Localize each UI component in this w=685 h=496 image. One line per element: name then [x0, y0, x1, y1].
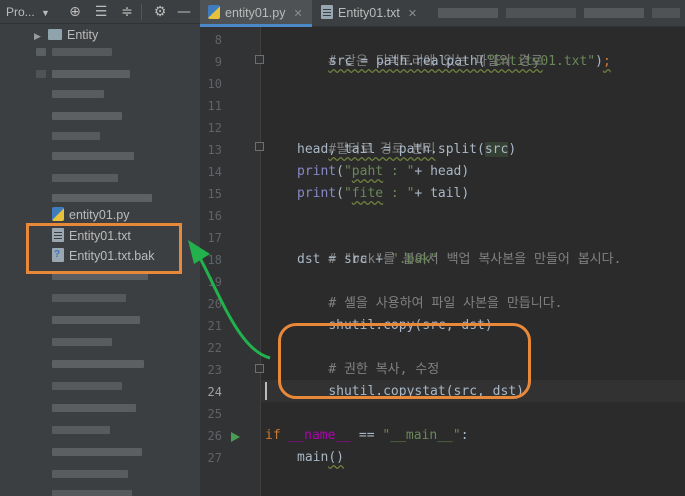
tree-folder-entity[interactable]: ▶ Entity [34, 25, 98, 45]
tree-file-entity01-txt[interactable]: Entity01.txt [52, 226, 131, 246]
target-icon[interactable]: ⊕ [66, 3, 84, 21]
fold-marker[interactable] [255, 142, 264, 151]
tree-file-entity01-py[interactable]: entity01.py [52, 205, 129, 225]
code-line-26: if __name__ == "__main__": [265, 428, 469, 443]
line-number: 24 [207, 385, 222, 399]
line-number: 17 [207, 231, 222, 245]
line-number: 9 [214, 55, 222, 69]
file-label: Entity01.txt.bak [69, 249, 155, 263]
tab-label: Entity01.txt [338, 6, 400, 20]
text-file-icon [321, 5, 333, 19]
line-number: 26 [207, 429, 222, 443]
code-line-23: shutil.copystat(src, dst) [328, 384, 524, 399]
code-line-17: # "bak"를 붙여서 백업 복사본을 만들어 봅시다. [328, 252, 622, 267]
project-view-selector[interactable]: Pro... ▼ [6, 3, 50, 21]
line-number: 16 [207, 209, 222, 223]
line-number: 12 [207, 121, 222, 135]
line-number: 23 [207, 363, 222, 377]
chevron-down-icon: ▼ [41, 8, 50, 18]
text-caret [265, 382, 267, 400]
chevron-right-icon: ▶ [34, 31, 41, 41]
code-line-13: head, tail = path.split(src) [297, 142, 517, 157]
tab-label: entity01.py [225, 6, 286, 20]
folder-icon [48, 29, 62, 40]
code-line-27: main() [297, 450, 344, 465]
code-line-18: dst = src + ".bak" [297, 252, 438, 267]
code-line-8: # 같은 디렉토리에 있는 파일의 경로 [328, 54, 543, 69]
python-file-icon [52, 207, 64, 221]
python-file-icon [208, 5, 220, 19]
line-number: 14 [207, 165, 222, 179]
code-line-15: print("fite : "+ tail) [297, 186, 470, 201]
folder-label: Entity [67, 28, 99, 42]
line-number: 18 [207, 253, 222, 267]
project-title: Pro... [6, 5, 35, 19]
tree-file-entity01-txt-bak[interactable]: Entity01.txt.bak [52, 245, 155, 266]
close-icon[interactable]: ✕ [408, 8, 417, 20]
toolbar-divider [141, 4, 142, 20]
line-number: 11 [207, 99, 222, 113]
line-number: 8 [214, 33, 222, 47]
line-number: 10 [207, 77, 222, 91]
fold-marker[interactable] [255, 55, 264, 64]
file-label: entity01.py [69, 208, 130, 222]
collapse-icon[interactable]: ≑ [118, 3, 136, 21]
tab-entity01-py[interactable]: entity01.py ✕ [200, 0, 312, 27]
line-number: 27 [207, 451, 222, 465]
code-line-22: # 권한 복사, 수정 [328, 362, 440, 377]
project-tree: ▶ Entity entity01.py Entity01.txt Entity0… [0, 24, 200, 496]
gear-icon[interactable]: ⚙ [151, 3, 169, 21]
hide-icon[interactable]: — [175, 3, 193, 21]
code-line-19: # 셸을 사용하여 파일 사본을 만듭니다. [328, 296, 563, 311]
line-number: 19 [207, 275, 222, 289]
project-panel: Pro... ▼ ⊕ ☰ ≑ ⚙ — ▶ Entity entity01.py [0, 0, 200, 496]
run-icon[interactable] [231, 432, 240, 442]
gutter-divider [260, 27, 261, 496]
line-number: 25 [207, 407, 222, 421]
line-number: 22 [207, 341, 222, 355]
expand-icon[interactable]: ☰ [92, 3, 110, 21]
code-line-20: shutil.copy(src, dst) [328, 318, 493, 333]
code-line-14: print("paht : "+ head) [297, 164, 470, 179]
code-line-12: #필터로 경로 분리 [328, 142, 436, 157]
line-number: 20 [207, 297, 222, 311]
tab-entity01-txt[interactable]: Entity01.txt ✕ [313, 0, 431, 27]
fold-marker[interactable] [255, 364, 264, 373]
code-editor[interactable]: # 같은 디렉토리에 있는 파일의 경로 src = path.realpath… [265, 27, 685, 496]
project-toolbar: Pro... ▼ ⊕ ☰ ≑ ⚙ — [0, 0, 200, 24]
unknown-file-icon [52, 245, 64, 265]
line-number: 15 [207, 187, 222, 201]
code-line-9: src = path.realpath("Entity01.txt"); [329, 54, 611, 69]
file-label: Entity01.txt [69, 229, 131, 243]
close-icon[interactable]: ✕ [293, 8, 302, 20]
text-file-icon [52, 228, 64, 242]
line-number: 13 [207, 143, 222, 157]
editor-tab-bar: entity01.py ✕ Entity01.txt ✕ [200, 0, 685, 27]
line-number: 21 [207, 319, 222, 333]
